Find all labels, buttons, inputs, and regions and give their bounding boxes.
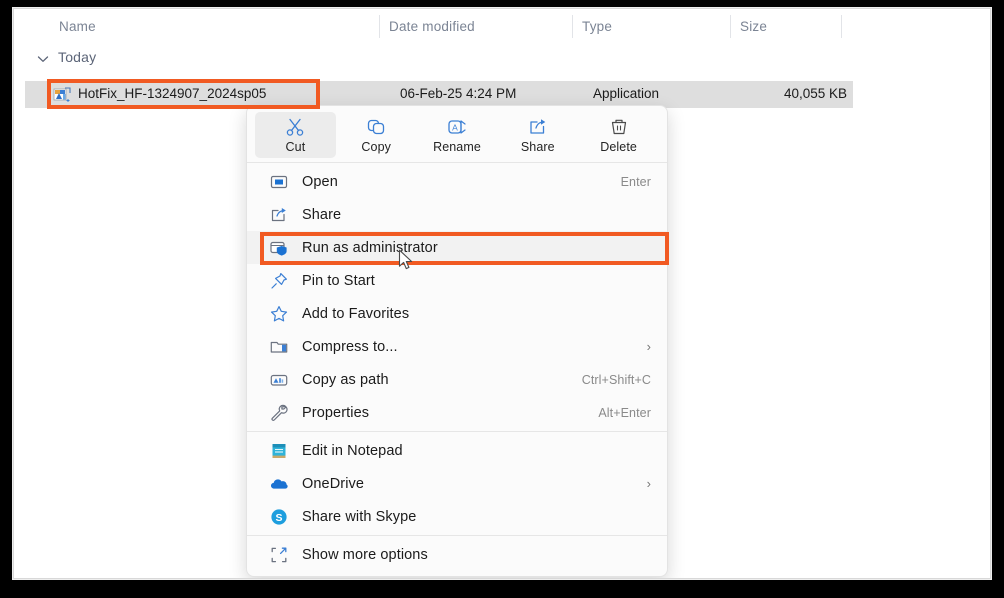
more-options-icon: [269, 545, 289, 565]
context-menu-toolbar: Cut Copy A Rename Share Delete: [247, 106, 667, 160]
menu-item-share-with-skype-label: Share with Skype: [302, 508, 417, 525]
column-header-size[interactable]: Size: [740, 19, 767, 34]
file-name-cell: HotFix_HF-1324907_2024sp05: [78, 86, 267, 101]
chevron-right-icon: ›: [646, 476, 651, 491]
file-size-cell: 40,055 KB: [783, 86, 847, 101]
menu-item-compress-to-label: Compress to...: [302, 338, 398, 355]
menu-item-compress-to[interactable]: Compress to... ›: [247, 330, 667, 363]
shield-run-icon: [269, 238, 289, 258]
menu-item-run-as-administrator-label: Run as administrator: [302, 239, 438, 256]
column-divider[interactable]: [730, 15, 731, 38]
menu-item-pin-to-start-label: Pin to Start: [302, 272, 375, 289]
menu-item-edit-in-notepad[interactable]: Edit in Notepad: [247, 434, 667, 467]
menu-item-copy-as-path[interactable]: Copy as path Ctrl+Shift+C: [247, 363, 667, 396]
copy-path-icon: [269, 370, 289, 390]
delete-button-label: Delete: [600, 139, 637, 154]
menu-item-open[interactable]: Open Enter: [247, 165, 667, 198]
menu-separator: [247, 162, 667, 163]
menu-item-open-label: Open: [302, 173, 338, 190]
pin-icon: [269, 271, 289, 291]
compress-icon: [269, 337, 289, 357]
menu-item-add-to-favorites-label: Add to Favorites: [302, 305, 410, 322]
menu-item-copy-as-path-label: Copy as path: [302, 371, 389, 388]
menu-item-open-accel: Enter: [620, 174, 651, 189]
svg-text:S: S: [275, 512, 282, 524]
rename-button[interactable]: A Rename: [417, 112, 498, 158]
delete-button[interactable]: Delete: [578, 112, 659, 158]
menu-separator: [247, 431, 667, 432]
menu-item-run-as-administrator[interactable]: Run as administrator: [247, 231, 667, 264]
menu-item-pin-to-start[interactable]: Pin to Start: [247, 264, 667, 297]
skype-icon: S: [269, 507, 289, 527]
menu-item-properties-accel: Alt+Enter: [598, 405, 651, 420]
column-divider[interactable]: [572, 15, 573, 38]
share-button-label: Share: [520, 139, 555, 154]
screenshot-frame: Name Date modified Type Size Today HotFi…: [0, 0, 1004, 598]
menu-item-edit-in-notepad-label: Edit in Notepad: [302, 442, 403, 459]
column-header-type[interactable]: Type: [582, 19, 612, 34]
menu-item-share-label: Share: [302, 206, 342, 223]
file-explorer-window: Name Date modified Type Size Today HotFi…: [13, 8, 991, 579]
cut-button[interactable]: Cut: [255, 112, 336, 158]
open-icon: [269, 172, 289, 192]
column-divider[interactable]: [379, 15, 380, 38]
chevron-right-icon: ›: [646, 339, 651, 354]
column-header-name[interactable]: Name: [59, 19, 96, 34]
cut-button-label: Cut: [285, 139, 306, 154]
onedrive-icon: [269, 474, 289, 494]
menu-item-add-to-favorites[interactable]: Add to Favorites: [247, 297, 667, 330]
chevron-down-icon[interactable]: [36, 52, 50, 66]
menu-item-properties[interactable]: Properties Alt+Enter: [247, 396, 667, 429]
rename-icon: A: [446, 117, 468, 137]
menu-item-show-more-options[interactable]: Show more options: [247, 538, 667, 571]
menu-item-onedrive[interactable]: OneDrive ›: [247, 467, 667, 500]
file-type-cell: Application: [593, 86, 660, 101]
menu-item-show-more-options-label: Show more options: [302, 546, 428, 563]
share-button[interactable]: Share: [497, 112, 578, 158]
notepad-icon: [269, 441, 289, 461]
file-date-modified-cell: 06-Feb-25 4:24 PM: [400, 86, 517, 101]
table-row[interactable]: HotFix_HF-1324907_2024sp05 06-Feb-25 4:2…: [25, 81, 853, 108]
wrench-icon: [269, 403, 289, 423]
star-icon: [269, 304, 289, 324]
menu-separator: [247, 535, 667, 536]
svg-text:A: A: [452, 122, 458, 132]
menu-item-share[interactable]: Share: [247, 198, 667, 231]
menu-item-onedrive-label: OneDrive: [302, 475, 365, 492]
copy-icon: [365, 117, 387, 137]
copy-button[interactable]: Copy: [336, 112, 417, 158]
mouse-pointer-icon: [398, 249, 415, 271]
share-icon: [269, 205, 289, 225]
menu-item-share-with-skype[interactable]: S Share with Skype: [247, 500, 667, 533]
context-menu: Cut Copy A Rename Share Delete Open Ente…: [246, 105, 668, 577]
scissors-icon: [284, 117, 306, 137]
trash-icon: [608, 117, 630, 137]
menu-item-copy-as-path-accel: Ctrl+Shift+C: [581, 372, 651, 387]
copy-button-label: Copy: [361, 139, 391, 154]
application-file-icon: [53, 86, 71, 104]
group-header-label: Today: [58, 49, 97, 65]
rename-button-label: Rename: [433, 139, 481, 154]
column-header-date-modified[interactable]: Date modified: [389, 19, 475, 34]
share-icon: [527, 117, 549, 137]
column-divider[interactable]: [841, 15, 842, 38]
menu-item-properties-label: Properties: [302, 404, 370, 421]
column-header-bar: Name Date modified Type Size: [14, 9, 990, 44]
